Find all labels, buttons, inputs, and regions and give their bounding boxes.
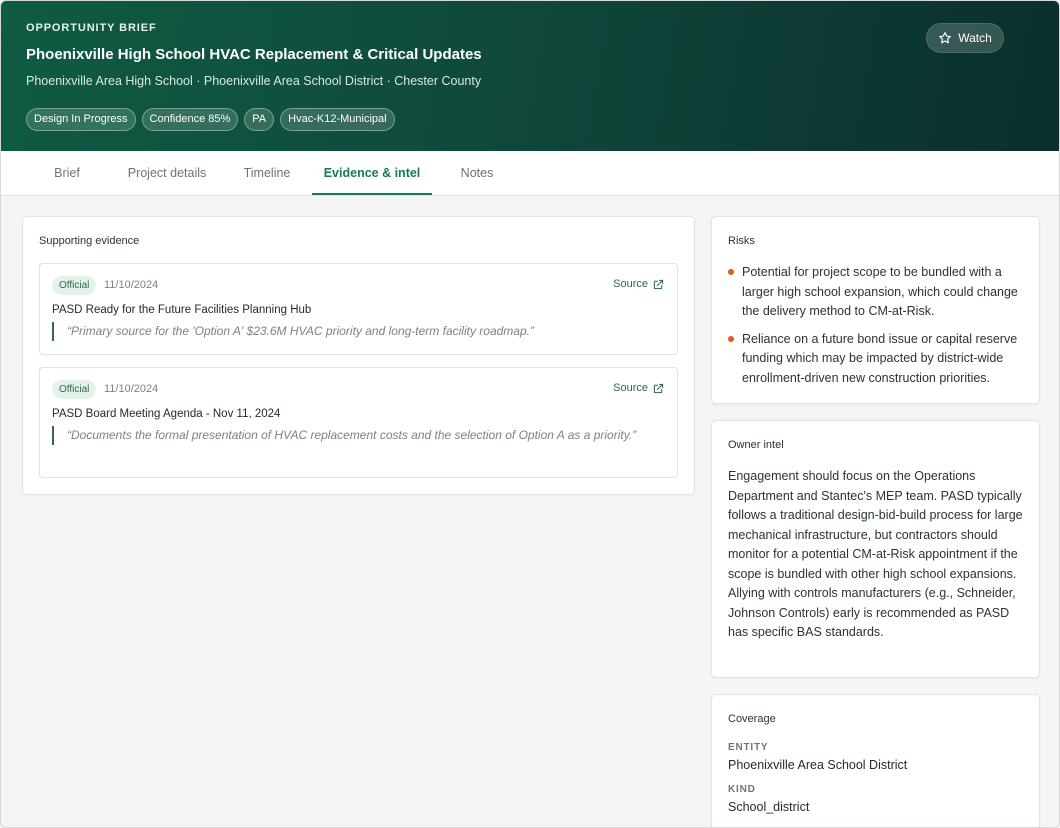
eyebrow-label: OPPORTUNITY BRIEF <box>26 22 157 34</box>
official-badge: Official <box>52 380 97 399</box>
kind-value: School_district <box>728 800 810 814</box>
status-chip: Design In Progress <box>26 108 136 131</box>
risk-list: Potential for project scope to be bundle… <box>728 263 1024 396</box>
card-title: Risks <box>728 235 755 247</box>
risks-card: Risks Potential for project scope to be … <box>711 216 1040 404</box>
supporting-evidence-card: Supporting evidence Official 11/10/2024 … <box>22 216 695 495</box>
source-label: Source <box>613 382 648 394</box>
bullet-dot-icon <box>728 269 734 275</box>
owner-intel-card: Owner intel Engagement should focus on t… <box>711 420 1040 678</box>
source-link[interactable]: Source <box>613 382 664 394</box>
evidence-quote: “Documents the formal presentation of HV… <box>52 426 664 445</box>
source-label: Source <box>613 278 648 290</box>
evidence-date: 11/10/2024 <box>104 279 159 291</box>
evidence-item: Official 11/10/2024 Source PASD Board Me… <box>39 367 678 478</box>
coverage-card: Coverage ENTITY Phoenixville Area School… <box>711 694 1040 827</box>
page-title: Phoenixville High School HVAC Replacemen… <box>26 46 482 63</box>
evidence-item: Official 11/10/2024 Source PASD Ready fo… <box>39 263 678 355</box>
opportunity-header: OPPORTUNITY BRIEF Phoenixville High Scho… <box>1 1 1059 151</box>
official-badge: Official <box>52 276 97 295</box>
evidence-quote: “Primary source for the 'Option A' $23.6… <box>52 322 664 341</box>
tab-bar: Brief Project details Timeline Evidence … <box>1 151 1059 196</box>
external-link-icon <box>653 383 664 393</box>
list-item: Reliance on a future bond issue or capit… <box>728 330 1024 389</box>
confidence-chip: Confidence 85% <box>141 108 239 131</box>
tab-project-details[interactable]: Project details <box>115 151 219 195</box>
list-item: Potential for project scope to be bundle… <box>728 263 1024 322</box>
state-chip: PA <box>244 108 275 131</box>
card-title: Coverage <box>728 713 776 725</box>
tab-brief[interactable]: Brief <box>41 151 93 195</box>
tab-evidence-intel[interactable]: Evidence & intel <box>312 151 432 195</box>
source-link[interactable]: Source <box>613 278 664 290</box>
owner-intel-text: Engagement should focus on the Operation… <box>728 469 1023 639</box>
category-chip: Hvac-K12-Municipal <box>280 108 395 131</box>
card-title: Owner intel <box>728 439 784 451</box>
evidence-date: 11/10/2024 <box>104 383 159 395</box>
tag-chips: Design In Progress Confidence 85% PA Hva… <box>26 108 395 131</box>
external-link-icon <box>653 279 664 289</box>
watch-button[interactable]: Watch <box>926 23 1004 53</box>
page-subtitle: Phoenixville Area High School · Phoenixv… <box>26 74 482 88</box>
watch-label: Watch <box>958 31 992 45</box>
entity-label: ENTITY <box>728 742 769 753</box>
evidence-title: PASD Ready for the Future Facilities Pla… <box>52 304 312 316</box>
risk-text: Potential for project scope to be bundle… <box>742 265 1018 318</box>
tab-notes[interactable]: Notes <box>447 151 507 195</box>
entity-value: Phoenixville Area School District <box>728 758 908 772</box>
star-icon <box>939 32 952 44</box>
bullet-dot-icon <box>728 335 734 342</box>
app-frame: OPPORTUNITY BRIEF Phoenixville High Scho… <box>0 0 1060 828</box>
tab-timeline[interactable]: Timeline <box>232 151 302 195</box>
card-title: Supporting evidence <box>39 235 140 247</box>
kind-label: KIND <box>728 784 756 795</box>
evidence-title: PASD Board Meeting Agenda - Nov 11, 2024 <box>52 408 281 420</box>
risk-text: Reliance on a future bond issue or capit… <box>742 331 1018 385</box>
